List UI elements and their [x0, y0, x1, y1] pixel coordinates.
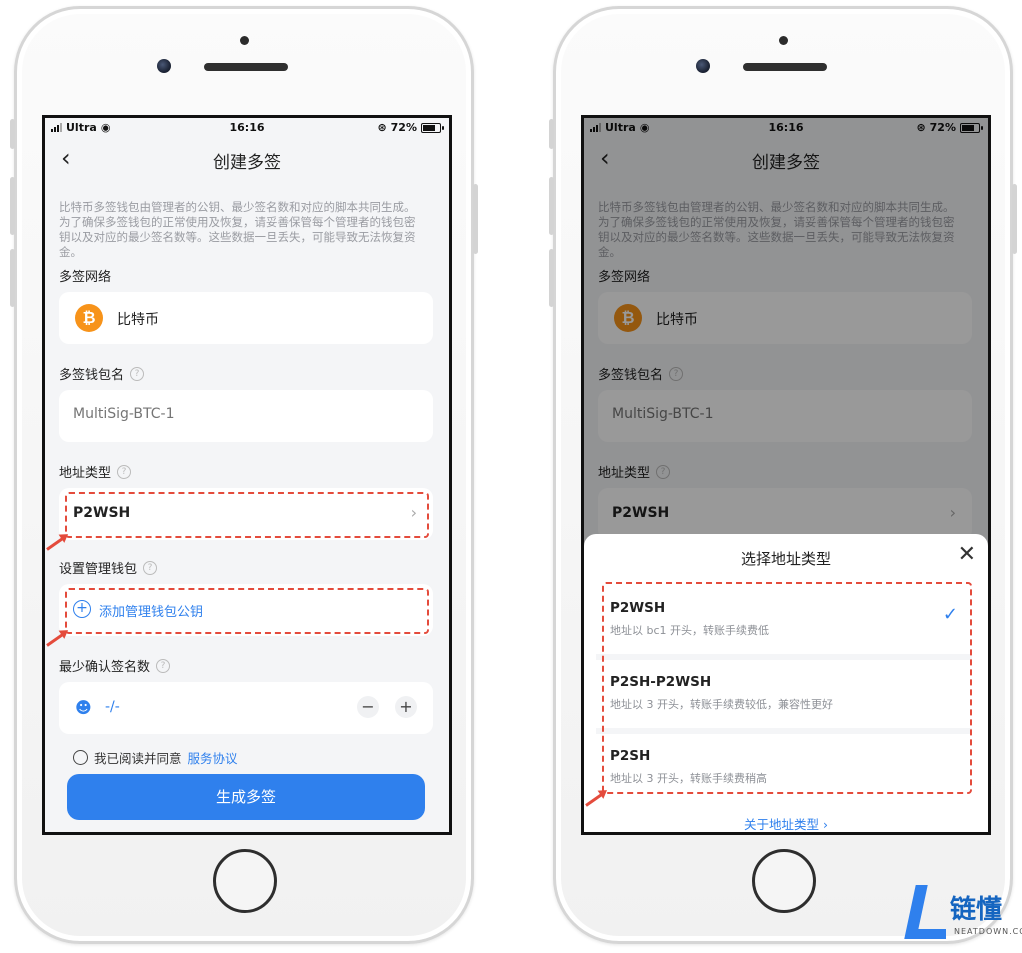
option-desc: 地址以 3 开头，转账手续费较低，兼容性更好	[610, 698, 833, 711]
volume-up-button	[549, 177, 554, 235]
home-button[interactable]	[752, 849, 816, 913]
earpiece-speaker	[204, 63, 288, 71]
home-button[interactable]	[213, 849, 277, 913]
agree-checkbox[interactable]	[73, 750, 88, 765]
front-camera	[696, 59, 710, 73]
bitcoin-icon: ₿	[75, 304, 103, 332]
proximity-sensor	[779, 36, 788, 45]
wallet-name-card	[59, 390, 433, 442]
mute-switch	[10, 119, 15, 149]
phone-frame-right: Ultra ◉ 16:16 ⊛ 72% ‹ 创建多签 比特币多签钱包由管理者的公…	[549, 6, 1017, 944]
wallet-name-input[interactable]	[73, 406, 413, 422]
page-title: 创建多签	[213, 153, 281, 173]
help-icon[interactable]: ?	[143, 560, 158, 575]
address-type-label-text: 地址类型	[59, 466, 112, 481]
intro-text: 比特币多签钱包由管理者的公钥、最少签名数和对应的脚本共同生成。为了确保多签钱包的…	[59, 200, 416, 259]
screen-create-multisig: Ultra ◉ 16:16 ⊛ 72% ‹ 创建多签 比特币多签钱包由管理者的公…	[42, 115, 452, 835]
option-name: P2SH-P2WSH	[610, 674, 712, 690]
plus-circle-icon: +	[73, 600, 91, 618]
option-desc: 地址以 3 开头，转账手续费稍高	[610, 772, 767, 785]
earpiece-speaker	[743, 63, 827, 71]
option-p2wsh[interactable]: P2WSH 地址以 bc1 开头，转账手续费低 ✓	[596, 586, 972, 648]
orientation-lock-icon: ⊛	[377, 121, 387, 134]
annotation-arrow	[585, 791, 605, 807]
address-type-value: P2WSH	[73, 505, 131, 521]
address-type-selector[interactable]: P2WSH ›	[59, 488, 433, 540]
manager-label: 设置管理钱包 ?	[59, 558, 158, 577]
option-name: P2WSH	[610, 600, 666, 616]
network-label: 多签网络	[59, 266, 111, 285]
sheet-title: 选择地址类型	[740, 550, 831, 568]
proximity-sensor	[240, 36, 249, 45]
address-type-sheet: 选择地址类型 ✕ P2WSH 地址以 bc1 开头，转账手续费低 ✓ P2SH-…	[584, 534, 988, 832]
front-camera	[157, 59, 171, 73]
help-icon[interactable]: ?	[117, 464, 132, 479]
volume-down-button	[10, 249, 15, 307]
option-name: P2SH	[610, 748, 651, 764]
min-sign-label-text: 最少确认签名数	[59, 660, 151, 675]
wallet-name-label: 多签钱包名 ?	[59, 364, 145, 383]
watermark-en: NEATDOWN.COM	[954, 927, 1022, 936]
min-sign-value: -/-	[105, 699, 120, 715]
help-icon[interactable]: ?	[156, 658, 171, 673]
terms-link[interactable]: 服务协议	[188, 748, 238, 767]
agree-text: 我已阅读并同意	[94, 751, 182, 766]
option-desc: 地址以 bc1 开头，转账手续费低	[610, 624, 770, 637]
wallet-name-label-text: 多签钱包名	[59, 368, 125, 383]
battery-percent: 72%	[390, 121, 417, 134]
watermark-logo: 链懂 NEATDOWN.COM	[904, 883, 1022, 943]
min-sign-label: 最少确认签名数 ?	[59, 656, 171, 675]
network-label-text: 多签网络	[59, 270, 112, 285]
decrement-button[interactable]: −	[357, 696, 379, 718]
annotation-arrow	[46, 535, 66, 551]
agreement-row: 我已阅读并同意 服务协议	[73, 748, 238, 767]
nav-bar: ‹ 创建多签	[45, 138, 449, 178]
add-manager-card[interactable]: + 添加管理钱包公钥	[59, 584, 433, 636]
option-p2sh-p2wsh[interactable]: P2SH-P2WSH 地址以 3 开头，转账手续费较低，兼容性更好	[596, 654, 972, 716]
network-value: 比特币	[117, 312, 159, 328]
check-icon: ✓	[942, 604, 958, 625]
mute-switch	[549, 119, 554, 149]
power-button	[473, 184, 478, 254]
annotation-arrow	[46, 631, 66, 647]
phone-frame-left: Ultra ◉ 16:16 ⊛ 72% ‹ 创建多签 比特币多签钱包由管理者的公…	[10, 6, 478, 944]
chevron-right-icon: ›	[410, 503, 417, 522]
chevron-right-icon: ›	[823, 817, 828, 832]
users-icon: ☻	[75, 698, 92, 717]
volume-up-button	[10, 177, 15, 235]
watermark-cn: 链懂	[950, 895, 1003, 925]
generate-multisig-button[interactable]: 生成多签	[67, 774, 425, 820]
close-icon[interactable]: ✕	[958, 542, 976, 567]
battery-icon	[421, 122, 444, 133]
increment-button[interactable]: +	[395, 696, 417, 718]
about-link-text: 关于地址类型	[744, 817, 820, 832]
manager-label-text: 设置管理钱包	[59, 562, 138, 577]
address-type-label: 地址类型 ?	[59, 462, 132, 481]
power-button	[1012, 184, 1017, 254]
screen-select-address-type: Ultra ◉ 16:16 ⊛ 72% ‹ 创建多签 比特币多签钱包由管理者的公…	[581, 115, 991, 835]
logo-mark-base	[916, 929, 946, 939]
help-icon[interactable]: ?	[130, 366, 145, 381]
status-bar: Ultra ◉ 16:16 ⊛ 72%	[45, 118, 449, 138]
volume-down-button	[549, 249, 554, 307]
about-address-type-link[interactable]: 关于地址类型 ›	[584, 814, 988, 832]
add-manager-button[interactable]: 添加管理钱包公钥	[99, 601, 203, 620]
min-sign-stepper: ☻ -/- − +	[59, 682, 433, 734]
network-card[interactable]: ₿ 比特币	[59, 292, 433, 344]
option-p2sh[interactable]: P2SH 地址以 3 开头，转账手续费稍高	[596, 728, 972, 790]
